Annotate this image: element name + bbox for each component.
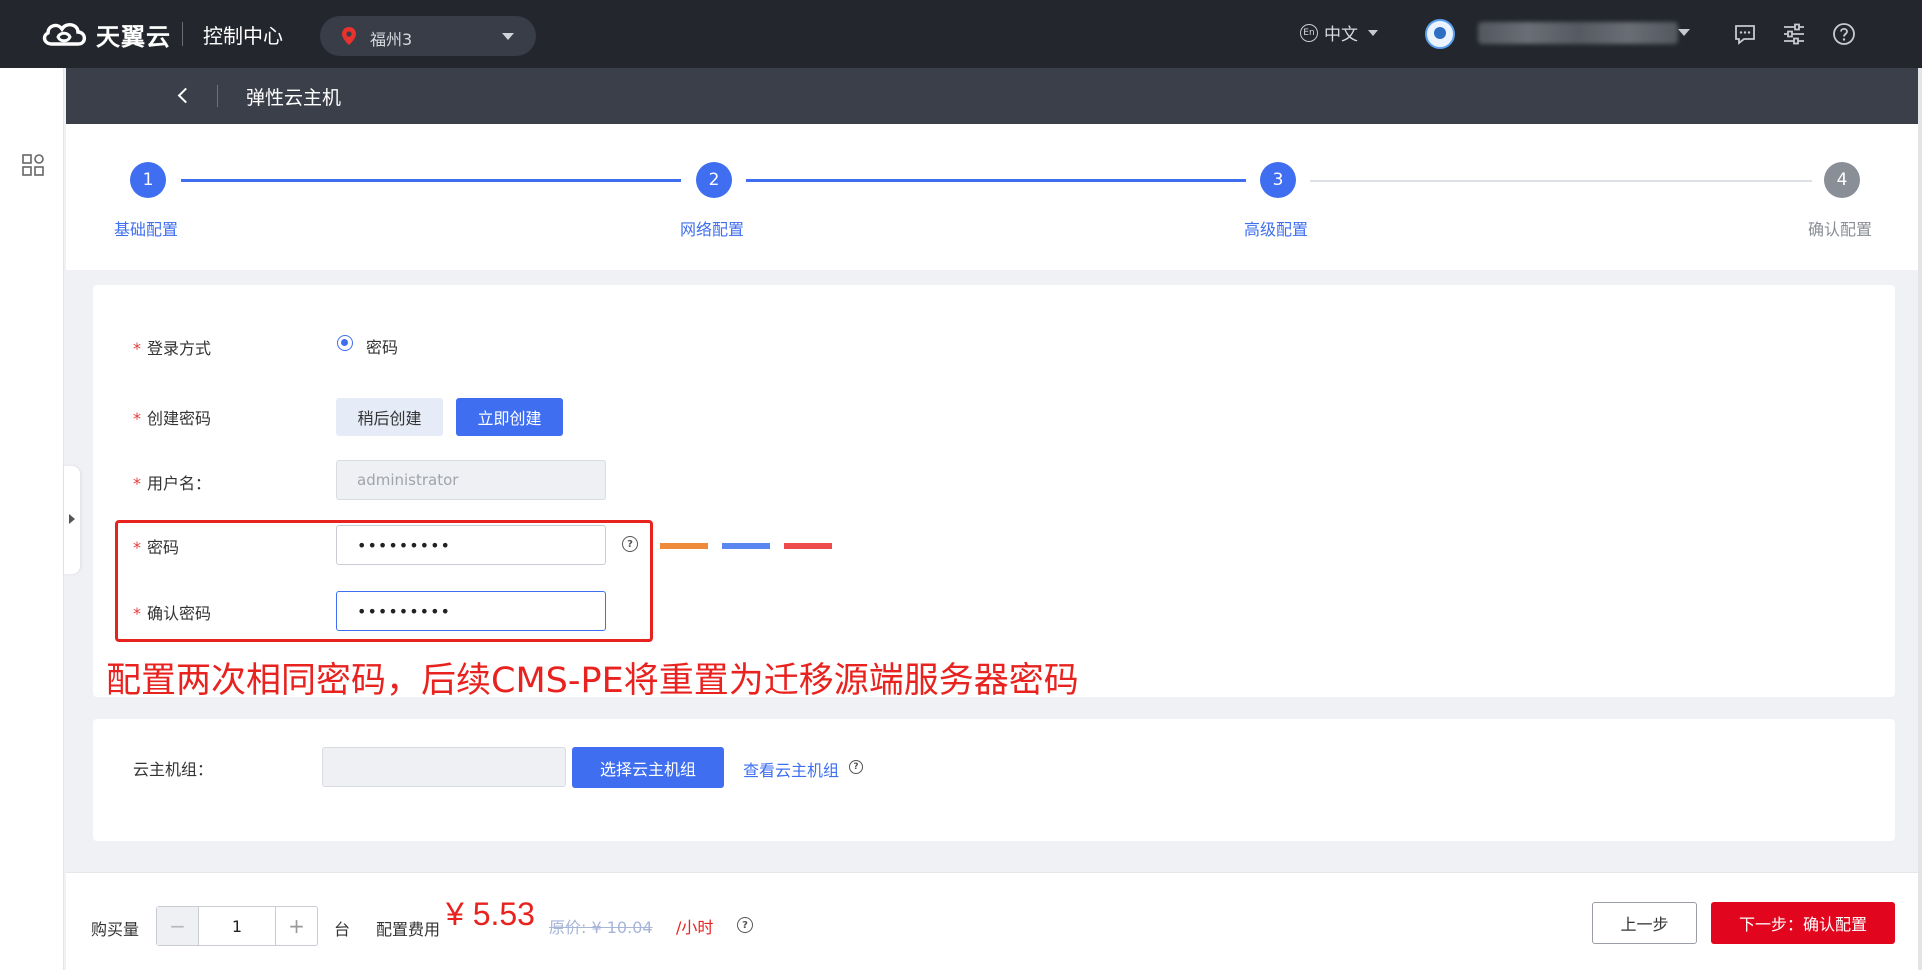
step-connector bbox=[181, 179, 681, 182]
password-strength-weak bbox=[660, 543, 708, 549]
next-step-button[interactable]: 下一步：确认配置 bbox=[1711, 902, 1895, 944]
price-unit: /小时 bbox=[676, 918, 714, 937]
annotation-highlight-box bbox=[115, 520, 653, 642]
step-4-label: 确认配置 bbox=[1808, 220, 1873, 239]
page-subheader: 弹性云主机 bbox=[66, 68, 1922, 124]
avatar[interactable] bbox=[1425, 19, 1455, 49]
help-circle-icon[interactable]: ? bbox=[737, 917, 753, 933]
password-radio[interactable] bbox=[337, 335, 353, 351]
logo[interactable]: 天翼云 bbox=[38, 14, 171, 54]
username-redacted[interactable] bbox=[1478, 22, 1678, 44]
quantity-value[interactable]: 1 bbox=[199, 907, 275, 945]
help-circle-icon[interactable] bbox=[1832, 22, 1856, 46]
language-value: 中文 bbox=[1324, 25, 1358, 45]
step-4-indicator: 4 bbox=[1824, 162, 1860, 198]
create-later-button[interactable]: 稍后创建 bbox=[336, 398, 443, 436]
top-navbar: 天翼云 控制中心 福州3 En 中文 bbox=[0, 0, 1922, 68]
original-price: 原价: ¥ 10.04 bbox=[549, 918, 653, 937]
apps-grid-icon[interactable] bbox=[22, 154, 44, 176]
quantity-label: 购买量 bbox=[91, 920, 140, 939]
divider bbox=[182, 22, 183, 46]
region-value: 福州3 bbox=[370, 30, 413, 49]
console-title[interactable]: 控制中心 bbox=[203, 20, 283, 49]
sidebar-expand-handle[interactable] bbox=[64, 466, 80, 574]
language-selector[interactable]: En 中文 bbox=[1300, 20, 1378, 45]
divider bbox=[217, 85, 218, 107]
price-value: ¥ 5.53 bbox=[446, 896, 535, 932]
password-strength-strong bbox=[784, 543, 832, 549]
chevron-down-icon bbox=[502, 33, 514, 40]
annotation-text: 配置两次相同密码，后续CMS-PE将重置为迁移源端服务器密码 bbox=[106, 661, 1079, 701]
username-field: administrator bbox=[336, 460, 606, 500]
scrollbar[interactable] bbox=[1918, 68, 1922, 970]
username-label: * 用户名： bbox=[133, 474, 212, 493]
step-connector bbox=[1310, 180, 1812, 182]
previous-step-button[interactable]: 上一步 bbox=[1592, 902, 1697, 944]
select-instance-group-button[interactable]: 选择云主机组 bbox=[572, 747, 724, 788]
password-radio-label[interactable]: 密码 bbox=[366, 334, 398, 358]
unit-label: 台 bbox=[334, 920, 351, 939]
location-pin-icon bbox=[342, 27, 356, 45]
login-method-label: * 登录方式 bbox=[133, 339, 212, 358]
region-selector[interactable]: 福州3 bbox=[320, 16, 536, 56]
back-arrow-icon[interactable] bbox=[176, 88, 190, 104]
decrement-button[interactable]: − bbox=[157, 907, 199, 945]
help-circle-icon[interactable]: ? bbox=[849, 760, 863, 774]
chevron-down-icon bbox=[1368, 29, 1378, 36]
create-now-button[interactable]: 立即创建 bbox=[456, 398, 563, 436]
increment-button[interactable]: + bbox=[275, 907, 317, 945]
message-icon[interactable] bbox=[1733, 22, 1757, 46]
instance-group-label: 云主机组： bbox=[133, 760, 214, 779]
fee-label: 配置费用 bbox=[376, 920, 441, 939]
left-sidebar bbox=[0, 68, 64, 970]
step-3-label: 高级配置 bbox=[1244, 220, 1309, 239]
step-1-label: 基础配置 bbox=[114, 220, 179, 239]
instance-group-field[interactable] bbox=[322, 747, 566, 787]
logo-text: 天翼云 bbox=[96, 22, 171, 51]
step-2-indicator: 2 bbox=[696, 162, 732, 198]
step-connector bbox=[746, 179, 1246, 182]
language-icon: En bbox=[1300, 23, 1318, 42]
step-1-indicator: 1 bbox=[130, 162, 166, 198]
wizard-steps: 1 2 3 4 基础配置 网络配置 高级配置 确认配置 bbox=[66, 124, 1922, 270]
cloud-logo-icon bbox=[42, 23, 87, 46]
create-password-label: * 创建密码 bbox=[133, 409, 212, 428]
view-instance-group-link[interactable]: 查看云主机组 bbox=[743, 757, 839, 781]
step-2-label: 网络配置 bbox=[680, 220, 745, 239]
settings-sliders-icon[interactable] bbox=[1782, 22, 1806, 46]
chevron-down-icon[interactable] bbox=[1678, 29, 1690, 36]
quantity-stepper: − 1 + bbox=[156, 906, 318, 946]
page-title: 弹性云主机 bbox=[246, 87, 342, 109]
password-strength-medium bbox=[722, 543, 770, 549]
step-3-indicator: 3 bbox=[1260, 162, 1296, 198]
